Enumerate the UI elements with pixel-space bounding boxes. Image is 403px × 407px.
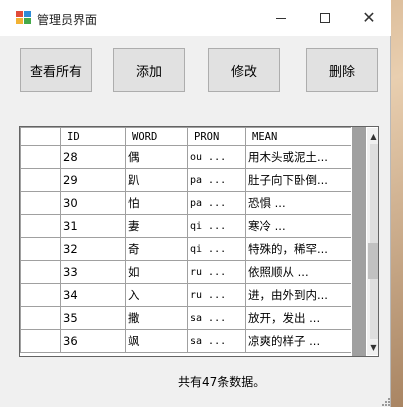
cell-word[interactable]: 奇 <box>125 237 188 261</box>
column-header-word[interactable]: WORD <box>125 127 188 146</box>
scroll-up-arrow-icon[interactable]: ▲ <box>367 128 378 144</box>
row-header-cell[interactable] <box>20 260 61 284</box>
cell-pron[interactable]: pa ... <box>187 168 246 192</box>
cell-pron[interactable]: ru ... <box>187 260 246 284</box>
header-row: ID WORD PRON MEAN <box>20 127 351 146</box>
cell-word[interactable]: 妻 <box>125 214 188 238</box>
cell-mean[interactable]: 用木头或泥土... <box>245 145 351 169</box>
vertical-scrollbar[interactable]: ▲ ▼ <box>367 128 378 355</box>
scroll-track[interactable] <box>370 144 378 339</box>
row-header-cell[interactable] <box>20 145 61 169</box>
cell-id[interactable]: 34 <box>60 283 126 307</box>
cell-mean[interactable]: 凉爽的样子 ... <box>245 329 351 353</box>
cell-word[interactable]: 趴 <box>125 168 188 192</box>
view-all-button[interactable]: 查看所有 <box>20 48 92 92</box>
scroll-thumb[interactable] <box>368 242 378 279</box>
cell-id[interactable]: 31 <box>60 214 126 238</box>
maximize-icon <box>320 13 330 23</box>
close-icon: ✕ <box>362 8 376 27</box>
table-row[interactable]: 32 奇 qi ... 特殊的，稀罕... <box>20 237 351 261</box>
cell-word[interactable]: 飒 <box>125 329 188 353</box>
table-row[interactable]: 34 入 ru ... 进，由外到内... <box>20 283 351 307</box>
cell-mean[interactable]: 特殊的，稀罕... <box>245 237 351 261</box>
column-header-id[interactable]: ID <box>60 127 126 146</box>
column-header-pron[interactable]: PRON <box>187 127 246 146</box>
words-data-grid[interactable]: ID WORD PRON MEAN 28 偶 ou ... 用木头或泥土... 29 趴 p… <box>19 126 379 357</box>
cell-mean[interactable]: 进，由外到内... <box>245 283 351 307</box>
cell-pron[interactable]: qi ... <box>187 214 246 238</box>
words-table: ID WORD PRON MEAN 28 偶 ou ... 用木头或泥土... 29 趴 p… <box>20 127 351 353</box>
cell-mean[interactable]: 放开，发出 ... <box>245 306 351 330</box>
window-title: 管理员界面 <box>37 13 98 27</box>
row-header-cell[interactable] <box>20 168 61 192</box>
cell-pron[interactable]: qi ... <box>187 237 246 261</box>
app-icon <box>16 11 31 24</box>
grid-empty-area <box>352 127 366 356</box>
cell-mean[interactable]: 寒冷 ... <box>245 214 351 238</box>
cell-mean[interactable]: 恐惧 ... <box>245 191 351 215</box>
cell-pron[interactable]: pa ... <box>187 191 246 215</box>
cell-word[interactable]: 入 <box>125 283 188 307</box>
table-row[interactable]: 36 飒 sa ... 凉爽的样子 ... <box>20 329 351 353</box>
table-body: 28 偶 ou ... 用木头或泥土... 29 趴 pa ... 肚子向下卧倒... 30 怕 p… <box>20 145 351 353</box>
cell-id[interactable]: 28 <box>60 145 126 169</box>
title-bar[interactable]: 管理员界面 ✕ <box>0 0 391 36</box>
row-header-cell[interactable] <box>20 306 61 330</box>
status-label: 共有47条数据。 <box>178 375 266 389</box>
cell-mean[interactable]: 依照顺从 ... <box>245 260 351 284</box>
cell-pron[interactable]: ru ... <box>187 283 246 307</box>
cell-id[interactable]: 30 <box>60 191 126 215</box>
cell-id[interactable]: 36 <box>60 329 126 353</box>
table-row[interactable]: 33 如 ru ... 依照顺从 ... <box>20 260 351 284</box>
maximize-button[interactable] <box>303 0 347 36</box>
cell-word[interactable]: 偶 <box>125 145 188 169</box>
row-header-cell[interactable] <box>20 283 61 307</box>
close-button[interactable]: ✕ <box>347 0 391 36</box>
table-row[interactable]: 35 撒 sa ... 放开，发出 ... <box>20 306 351 330</box>
admin-window: 管理员界面 ✕ 查看所有 添加 修改 删除 ID WORD PRON MEAN … <box>0 0 391 407</box>
cell-pron[interactable]: sa ... <box>187 306 246 330</box>
cell-id[interactable]: 35 <box>60 306 126 330</box>
delete-button[interactable]: 删除 <box>306 48 378 92</box>
cell-word[interactable]: 怕 <box>125 191 188 215</box>
cell-mean[interactable]: 肚子向下卧倒... <box>245 168 351 192</box>
cell-pron[interactable]: sa ... <box>187 329 246 353</box>
add-button[interactable]: 添加 <box>113 48 185 92</box>
minimize-button[interactable] <box>259 0 303 36</box>
row-header-cell[interactable] <box>20 214 61 238</box>
table-row[interactable]: 30 怕 pa ... 恐惧 ... <box>20 191 351 215</box>
cell-id[interactable]: 29 <box>60 168 126 192</box>
resize-grip-icon[interactable] <box>381 397 390 406</box>
cell-pron[interactable]: ou ... <box>187 145 246 169</box>
row-header-corner[interactable] <box>20 127 61 146</box>
cell-id[interactable]: 32 <box>60 237 126 261</box>
scroll-down-arrow-icon[interactable]: ▼ <box>367 339 378 355</box>
edit-button[interactable]: 修改 <box>208 48 280 92</box>
minimize-icon <box>276 17 286 19</box>
row-header-cell[interactable] <box>20 237 61 261</box>
table-row[interactable]: 28 偶 ou ... 用木头或泥土... <box>20 145 351 169</box>
grid-viewport: ID WORD PRON MEAN 28 偶 ou ... 用木头或泥土... 29 趴 p… <box>20 127 351 356</box>
row-header-cell[interactable] <box>20 191 61 215</box>
table-row[interactable]: 31 妻 qi ... 寒冷 ... <box>20 214 351 238</box>
row-header-cell[interactable] <box>20 329 61 353</box>
column-header-mean[interactable]: MEAN <box>245 127 351 146</box>
cell-id[interactable]: 33 <box>60 260 126 284</box>
cell-word[interactable]: 撒 <box>125 306 188 330</box>
cell-word[interactable]: 如 <box>125 260 188 284</box>
table-row[interactable]: 29 趴 pa ... 肚子向下卧倒... <box>20 168 351 192</box>
